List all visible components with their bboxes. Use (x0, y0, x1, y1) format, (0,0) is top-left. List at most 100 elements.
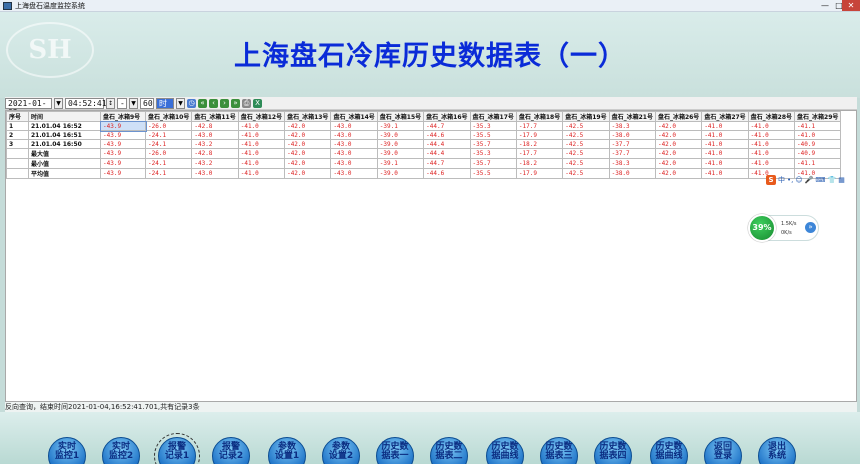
nav-button[interactable]: 报警 记录2 (212, 437, 250, 464)
temperature-cell[interactable]: -41.1 (794, 121, 842, 131)
temperature-cell[interactable]: -39.0 (376, 139, 425, 149)
clock-icon[interactable]: ◷ (187, 98, 196, 108)
temperature-cell[interactable]: -42.0 (654, 148, 703, 159)
temperature-cell[interactable]: -43.0 (330, 139, 378, 149)
ime-keyboard-icon[interactable]: ⌨ (815, 175, 825, 185)
temperature-cell[interactable]: -43.9 (100, 130, 146, 140)
temperature-cell[interactable]: -17.7 (515, 121, 564, 131)
temperature-cell[interactable]: -18.2 (515, 158, 564, 169)
temperature-cell[interactable]: -42.0 (284, 121, 332, 131)
temperature-cell[interactable]: -41.0 (237, 130, 286, 140)
temperature-cell[interactable]: -42.0 (654, 121, 703, 131)
row-index-cell[interactable]: 3 (6, 139, 29, 149)
first-page-icon[interactable]: « (198, 98, 207, 108)
temperature-cell[interactable]: -26.0 (144, 148, 193, 159)
temperature-cell[interactable]: -41.0 (237, 139, 286, 149)
temperature-cell[interactable]: -44.6 (423, 130, 471, 140)
dash-dropdown-icon[interactable]: ▼ (129, 97, 138, 109)
temperature-cell[interactable]: -43.9 (100, 148, 146, 159)
date-field[interactable]: 2021-01-02 (5, 97, 52, 117)
temperature-cell[interactable]: -43.0 (330, 148, 378, 159)
temperature-cell[interactable]: -39.1 (376, 121, 425, 131)
row-index-cell[interactable]: 2 (6, 130, 29, 140)
temperature-cell[interactable]: -17.9 (515, 130, 564, 140)
row-time-cell[interactable]: 21.01.04 16:51 (28, 130, 101, 140)
temperature-cell[interactable]: -43.0 (330, 158, 378, 169)
temperature-cell[interactable]: -41.0 (747, 130, 796, 140)
nav-button[interactable]: 实时 监控2 (102, 437, 140, 464)
temperature-cell[interactable]: -41.0 (747, 121, 796, 131)
temperature-cell[interactable]: -44.7 (423, 158, 471, 169)
unit-dropdown-icon[interactable]: ▼ (176, 97, 185, 109)
nav-button[interactable]: 历史数 据表二 (430, 437, 468, 464)
temperature-cell[interactable]: -42.0 (654, 130, 703, 140)
temperature-cell[interactable]: -26.0 (144, 121, 193, 131)
time-spinner-icon[interactable]: ↕ (106, 97, 115, 109)
row-time-cell[interactable]: 21.01.04 16:52 (28, 121, 101, 131)
nav-button[interactable]: 实时 监控1 (48, 437, 86, 464)
temperature-cell[interactable]: -18.2 (515, 139, 564, 149)
row-index-cell[interactable] (6, 158, 29, 169)
temperature-cell[interactable]: -42.8 (191, 121, 239, 131)
ime-emoji-icon[interactable]: ☺ (795, 175, 802, 185)
temperature-cell[interactable]: -35.5 (469, 130, 517, 140)
temperature-cell[interactable]: -42.0 (284, 168, 332, 179)
speedup-icon[interactable]: » (805, 222, 816, 233)
ime-toolbar[interactable]: S 中 •, ☺ 🎤 ⌨ 👕 ▦ (766, 174, 845, 185)
temperature-cell[interactable]: -42.5 (562, 148, 610, 159)
temperature-cell[interactable]: -24.1 (144, 139, 193, 149)
temperature-cell[interactable]: -40.9 (794, 139, 842, 149)
temperature-cell[interactable]: -42.5 (562, 168, 610, 179)
temperature-cell[interactable]: -37.7 (608, 139, 656, 149)
table-row[interactable]: 最小值 -43.9 -24.1 -43.2 -41.0 -42.0 -43.0 -39.1 -4… (6, 158, 842, 169)
temperature-cell[interactable]: -35.7 (469, 139, 517, 149)
minimize-button[interactable]: — (818, 0, 832, 11)
close-button[interactable]: ✕ (842, 0, 860, 11)
temperature-cell[interactable]: -41.1 (794, 158, 842, 169)
temperature-cell[interactable]: -24.1 (144, 130, 193, 140)
network-speed-widget[interactable]: 39% 1.5K/s 0K/s » (748, 214, 819, 242)
temperature-cell[interactable]: -38.0 (608, 130, 656, 140)
table-row[interactable]: 最大值 -43.9 -26.0 -42.8 -41.0 -42.0 -43.0 -39.0 -4… (6, 148, 842, 159)
column-header[interactable]: 序号 (6, 111, 29, 122)
table-row[interactable]: 2 21.01.04 16:51 -43.9 -24.1 -43.0 -41.0 -42.0… (6, 130, 842, 140)
temperature-cell[interactable]: -43.0 (330, 130, 378, 140)
temperature-cell[interactable]: -42.5 (562, 158, 610, 169)
temperature-cell[interactable]: -42.0 (654, 139, 703, 149)
column-header[interactable]: 盘石_冰箱27号 (701, 111, 749, 122)
row-time-cell[interactable]: 21.01.04 16:50 (28, 139, 101, 149)
temperature-cell[interactable]: -35.5 (469, 168, 517, 179)
temperature-cell[interactable]: -43.0 (330, 168, 378, 179)
temperature-cell[interactable]: -24.1 (144, 158, 193, 169)
temperature-cell[interactable]: -41.0 (747, 139, 796, 149)
temperature-cell[interactable]: -38.3 (608, 158, 656, 169)
prev-page-icon[interactable]: ‹ (209, 98, 218, 108)
nav-button[interactable]: 历史数 据表三 (540, 437, 578, 464)
nav-button[interactable]: 退出 系统 (758, 437, 796, 464)
temperature-cell[interactable]: -41.0 (794, 130, 842, 140)
row-time-cell[interactable]: 最小值 (28, 158, 101, 169)
column-header[interactable]: 盘石_冰箱21号 (608, 111, 656, 122)
temperature-cell[interactable]: -43.9 (99, 120, 147, 132)
temperature-cell[interactable]: -42.0 (284, 139, 332, 149)
next-page-icon[interactable]: › (220, 98, 229, 108)
column-header[interactable]: 时间 (28, 111, 101, 122)
temperature-cell[interactable]: -43.2 (191, 139, 239, 149)
column-header[interactable]: 盘石_冰箱18号 (515, 111, 564, 122)
temperature-cell[interactable]: -43.0 (191, 168, 239, 179)
temperature-cell[interactable]: -44.7 (423, 121, 471, 131)
table-row[interactable]: 平均值 -43.9 -24.1 -43.0 -41.0 -42.0 -43.0 -39.0 -4… (6, 168, 842, 179)
nav-button[interactable]: 历史数 据表四 (594, 437, 632, 464)
date-dropdown-icon[interactable]: ▼ (54, 97, 63, 109)
temperature-cell[interactable]: -41.0 (237, 148, 286, 159)
temperature-cell[interactable]: -39.1 (376, 158, 425, 169)
column-header[interactable]: 盘石_冰箱16号 (423, 111, 471, 122)
nav-button[interactable]: 参数 设置1 (268, 437, 306, 464)
row-time-cell[interactable]: 平均值 (28, 168, 101, 179)
temperature-cell[interactable]: -42.5 (562, 139, 610, 149)
ime-menu-icon[interactable]: ▦ (838, 175, 845, 185)
temperature-cell[interactable]: -42.0 (284, 158, 332, 169)
column-header[interactable]: 盘石_冰箱15号 (376, 111, 425, 122)
ime-punct-icon[interactable]: •, (787, 175, 793, 185)
temperature-cell[interactable]: -43.0 (330, 121, 378, 131)
